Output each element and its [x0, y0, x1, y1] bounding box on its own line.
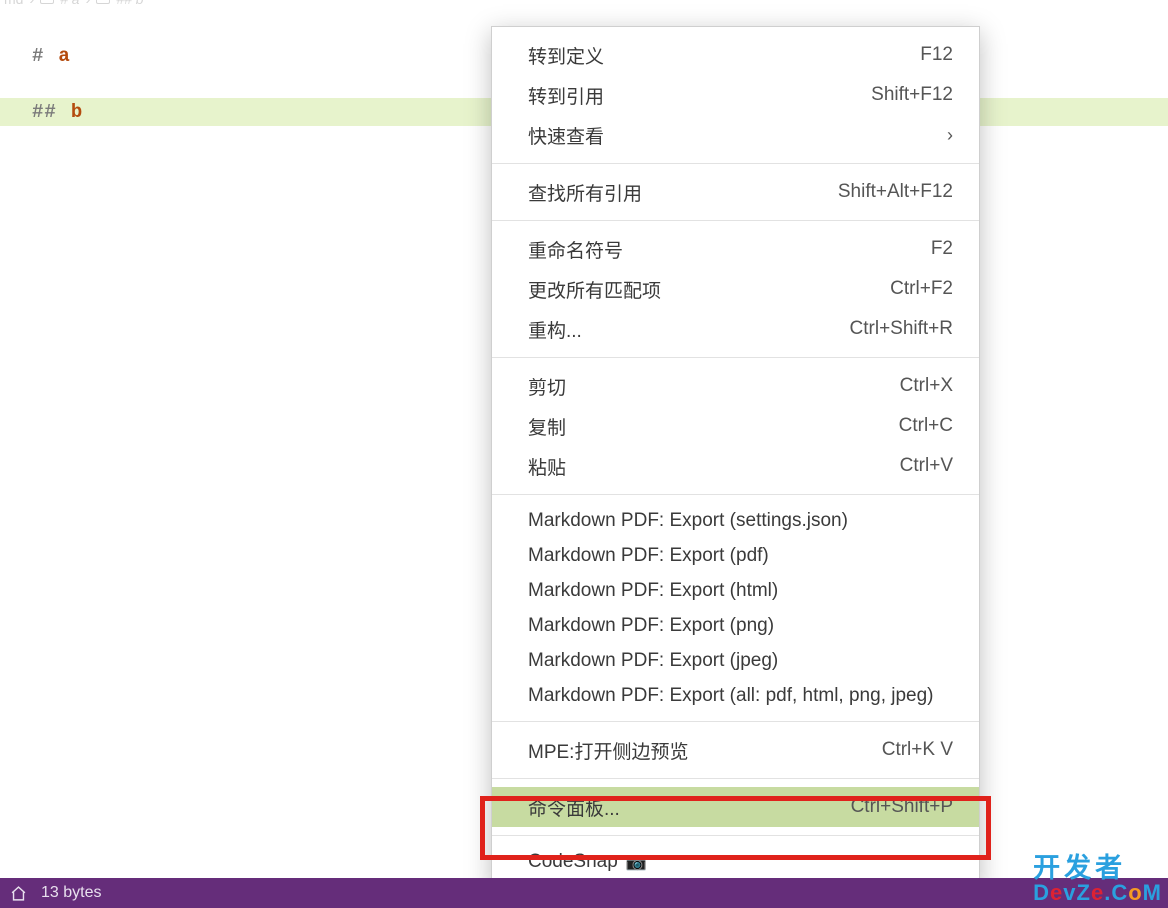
- context-menu-item[interactable]: 转到引用 Shift+F12: [492, 75, 979, 115]
- context-menu-item[interactable]: 重命名符号 F2: [492, 229, 979, 269]
- markdown-hash: ##: [32, 101, 57, 123]
- breadcrumb-seg[interactable]: ## b: [116, 0, 143, 7]
- context-menu-item-label: 查找所有引用: [528, 179, 642, 206]
- markdown-heading-text: b: [71, 101, 82, 123]
- context-menu-item-label: 粘贴: [528, 453, 566, 480]
- context-menu-item-label: 转到引用: [528, 82, 604, 109]
- context-menu-item[interactable]: MPE:打开侧边预览 Ctrl+K V: [492, 730, 979, 770]
- context-menu-group: 剪切 Ctrl+X 复制 Ctrl+C 粘贴 Ctrl+V: [492, 358, 979, 494]
- context-menu-item[interactable]: 剪切 Ctrl+X: [492, 366, 979, 406]
- context-menu-item-shortcut: F12: [920, 44, 953, 66]
- context-menu-item-shortcut: Ctrl+F2: [890, 278, 953, 300]
- home-icon[interactable]: [10, 885, 27, 902]
- context-menu-item[interactable]: 转到定义 F12: [492, 35, 979, 75]
- chevron-right-icon: ›: [86, 0, 91, 7]
- context-menu-group: Markdown PDF: Export (settings.json) Mark…: [492, 495, 979, 721]
- context-menu-item-label: Markdown PDF: Export (all: pdf, html, pn…: [528, 685, 934, 707]
- context-menu-item-shortcut: Ctrl+C: [899, 415, 953, 437]
- context-menu-item[interactable]: Markdown PDF: Export (png): [492, 608, 979, 643]
- context-menu-item[interactable]: 重构... Ctrl+Shift+R: [492, 309, 979, 349]
- folder-icon: [40, 0, 54, 4]
- context-menu-item[interactable]: CodeSnap 📷: [492, 844, 979, 879]
- context-menu-item[interactable]: Markdown PDF: Export (pdf): [492, 538, 979, 573]
- status-bar: 13 bytes: [0, 878, 1168, 908]
- context-menu-group: 重命名符号 F2 更改所有匹配项 Ctrl+F2 重构... Ctrl+Shift+R: [492, 221, 979, 357]
- context-menu[interactable]: 转到定义 F12 转到引用 Shift+F12 快速查看 › 查找所有引用 Shift+Alt…: [491, 26, 980, 888]
- context-menu-item-label: Markdown PDF: Export (pdf): [528, 545, 769, 567]
- context-menu-item-label: 复制: [528, 413, 566, 440]
- context-menu-item-shortcut: Ctrl+Shift+P: [851, 796, 953, 818]
- camera-icon: 📷: [626, 852, 647, 872]
- markdown-heading-text: a: [58, 45, 69, 67]
- context-menu-item-shortcut: Shift+Alt+F12: [838, 181, 953, 203]
- context-menu-item[interactable]: Markdown PDF: Export (jpeg): [492, 643, 979, 678]
- watermark-line1: 开发者: [1033, 855, 1162, 882]
- context-menu-group: 命令面板... Ctrl+Shift+P: [492, 779, 979, 835]
- context-menu-item[interactable]: 粘贴 Ctrl+V: [492, 446, 979, 486]
- context-menu-item-label: Markdown PDF: Export (png): [528, 615, 774, 637]
- context-menu-item-label: Markdown PDF: Export (settings.json): [528, 510, 848, 532]
- folder-icon: [96, 0, 110, 4]
- context-menu-item-label: 命令面板...: [528, 794, 620, 821]
- context-menu-item-label: 快速查看: [528, 122, 604, 149]
- context-menu-item[interactable]: 更改所有匹配项 Ctrl+F2: [492, 269, 979, 309]
- breadcrumb-seg[interactable]: md: [4, 0, 23, 7]
- context-menu-item-shortcut: F2: [931, 238, 953, 260]
- breadcrumb-seg[interactable]: # a: [60, 0, 79, 7]
- context-menu-item-label: 剪切: [528, 373, 566, 400]
- context-menu-item-label: CodeSnap: [528, 851, 618, 873]
- context-menu-item[interactable]: 复制 Ctrl+C: [492, 406, 979, 446]
- context-menu-item-label: MPE:打开侧边预览: [528, 737, 688, 764]
- chevron-right-icon: ›: [29, 0, 34, 7]
- context-menu-item[interactable]: Markdown PDF: Export (settings.json): [492, 503, 979, 538]
- status-file-size[interactable]: 13 bytes: [41, 884, 101, 902]
- watermark: 开发者 DevZe.CoM: [1033, 855, 1162, 904]
- context-menu-item[interactable]: 查找所有引用 Shift+Alt+F12: [492, 172, 979, 212]
- context-menu-item-label: 转到定义: [528, 42, 604, 69]
- context-menu-group: 转到定义 F12 转到引用 Shift+F12 快速查看 ›: [492, 27, 979, 163]
- context-menu-item-shortcut: Ctrl+K V: [882, 739, 953, 761]
- context-menu-item-label: Markdown PDF: Export (jpeg): [528, 650, 778, 672]
- context-menu-item[interactable]: 快速查看 ›: [492, 115, 979, 155]
- context-menu-item-label: 更改所有匹配项: [528, 276, 661, 303]
- context-menu-item[interactable]: Markdown PDF: Export (html): [492, 573, 979, 608]
- context-menu-item-shortcut: Shift+F12: [871, 84, 953, 106]
- context-menu-item-label: 重命名符号: [528, 236, 623, 263]
- context-menu-group: 查找所有引用 Shift+Alt+F12: [492, 164, 979, 220]
- context-menu-item[interactable]: Markdown PDF: Export (all: pdf, html, pn…: [492, 678, 979, 713]
- breadcrumb: md › # a › ## b: [0, 0, 144, 4]
- context-menu-item[interactable]: 命令面板... Ctrl+Shift+P: [492, 787, 979, 827]
- context-menu-item-shortcut: Ctrl+V: [900, 455, 953, 477]
- watermark-line2: DevZe.CoM: [1033, 882, 1162, 904]
- context-menu-item-shortcut: Ctrl+X: [900, 375, 953, 397]
- context-menu-group: MPE:打开侧边预览 Ctrl+K V: [492, 722, 979, 778]
- chevron-right-icon: ›: [947, 125, 953, 146]
- context-menu-item-label: 重构...: [528, 316, 582, 343]
- context-menu-item-shortcut: Ctrl+Shift+R: [850, 318, 953, 340]
- context-menu-item-label: Markdown PDF: Export (html): [528, 580, 778, 602]
- markdown-hash: #: [32, 45, 44, 67]
